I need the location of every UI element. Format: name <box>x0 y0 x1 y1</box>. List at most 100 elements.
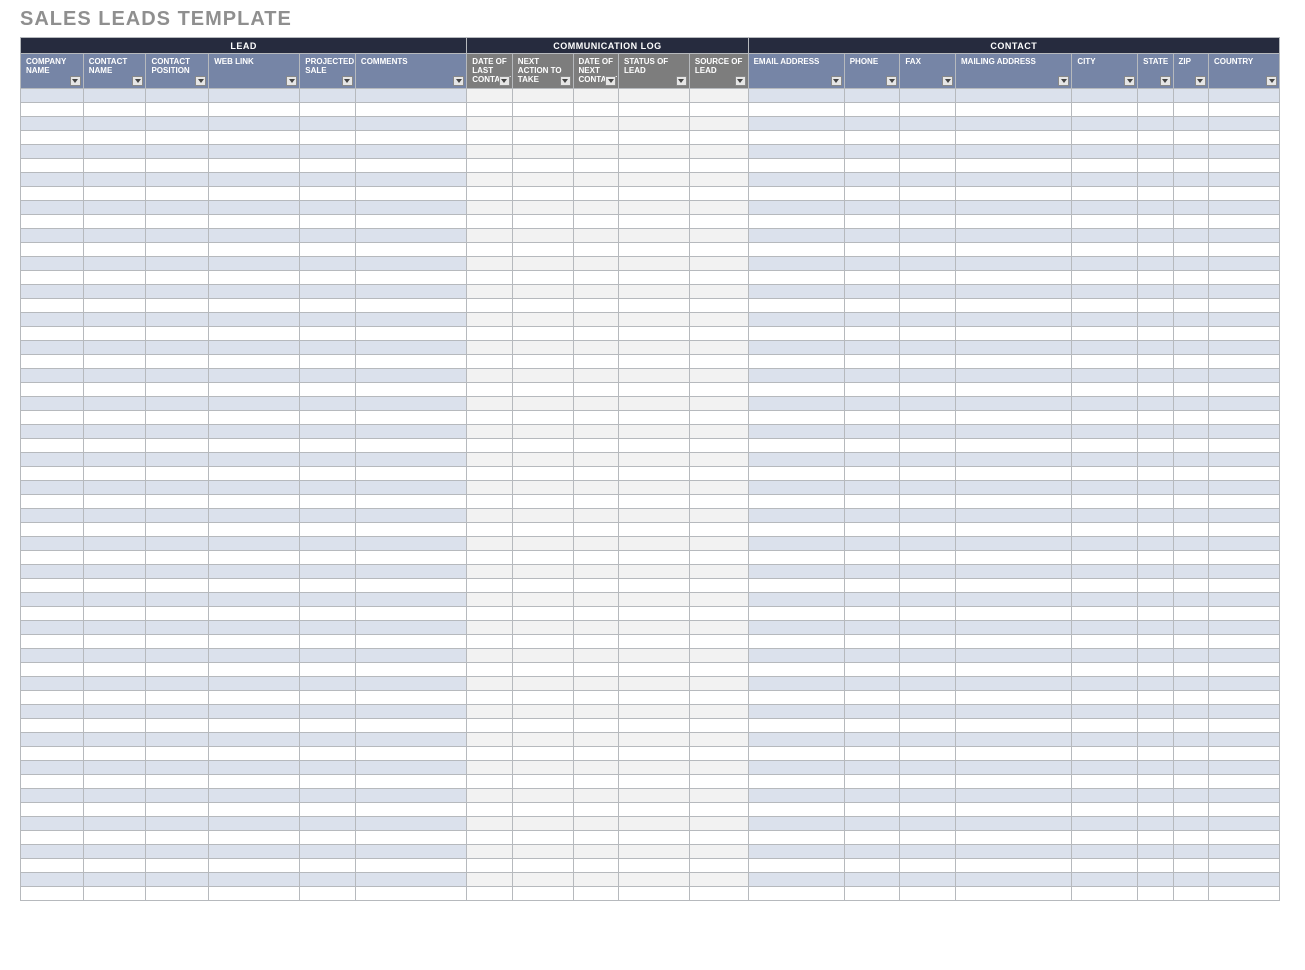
cell-company_name[interactable] <box>21 186 84 200</box>
cell-mailing_address[interactable] <box>956 844 1072 858</box>
cell-zip[interactable] <box>1173 130 1208 144</box>
cell-city[interactable] <box>1072 844 1138 858</box>
cell-country[interactable] <box>1208 662 1279 676</box>
cell-contact_name[interactable] <box>83 788 146 802</box>
cell-status_of_lead[interactable] <box>619 326 690 340</box>
cell-zip[interactable] <box>1173 844 1208 858</box>
cell-state[interactable] <box>1138 508 1173 522</box>
cell-source_of_lead[interactable] <box>689 760 748 774</box>
cell-status_of_lead[interactable] <box>619 256 690 270</box>
cell-company_name[interactable] <box>21 760 84 774</box>
cell-comments[interactable] <box>355 228 466 242</box>
cell-source_of_lead[interactable] <box>689 774 748 788</box>
cell-state[interactable] <box>1138 732 1173 746</box>
cell-web_link[interactable] <box>209 662 300 676</box>
cell-phone[interactable] <box>844 564 900 578</box>
cell-phone[interactable] <box>844 116 900 130</box>
cell-comments[interactable] <box>355 690 466 704</box>
cell-comments[interactable] <box>355 662 466 676</box>
cell-company_name[interactable] <box>21 676 84 690</box>
cell-next_action[interactable] <box>512 452 573 466</box>
cell-comments[interactable] <box>355 620 466 634</box>
cell-email_address[interactable] <box>748 718 844 732</box>
cell-country[interactable] <box>1208 634 1279 648</box>
cell-state[interactable] <box>1138 578 1173 592</box>
cell-fax[interactable] <box>900 312 956 326</box>
cell-comments[interactable] <box>355 88 466 102</box>
cell-contact_position[interactable] <box>146 522 209 536</box>
cell-phone[interactable] <box>844 340 900 354</box>
cell-phone[interactable] <box>844 214 900 228</box>
cell-country[interactable] <box>1208 396 1279 410</box>
cell-fax[interactable] <box>900 228 956 242</box>
cell-zip[interactable] <box>1173 354 1208 368</box>
cell-mailing_address[interactable] <box>956 550 1072 564</box>
cell-date_next_contact[interactable] <box>573 130 619 144</box>
cell-company_name[interactable] <box>21 620 84 634</box>
cell-zip[interactable] <box>1173 284 1208 298</box>
cell-date_last_contact[interactable] <box>467 480 513 494</box>
column-header-web_link[interactable]: WEB LINK <box>209 54 300 89</box>
cell-comments[interactable] <box>355 340 466 354</box>
cell-next_action[interactable] <box>512 438 573 452</box>
cell-projected_sale[interactable] <box>300 816 356 830</box>
cell-city[interactable] <box>1072 606 1138 620</box>
cell-web_link[interactable] <box>209 214 300 228</box>
cell-zip[interactable] <box>1173 578 1208 592</box>
cell-company_name[interactable] <box>21 830 84 844</box>
cell-fax[interactable] <box>900 718 956 732</box>
cell-contact_position[interactable] <box>146 858 209 872</box>
cell-phone[interactable] <box>844 732 900 746</box>
cell-email_address[interactable] <box>748 816 844 830</box>
cell-web_link[interactable] <box>209 508 300 522</box>
column-header-comments[interactable]: COMMENTS <box>355 54 466 89</box>
cell-fax[interactable] <box>900 816 956 830</box>
cell-date_last_contact[interactable] <box>467 788 513 802</box>
cell-state[interactable] <box>1138 438 1173 452</box>
cell-contact_position[interactable] <box>146 270 209 284</box>
cell-status_of_lead[interactable] <box>619 746 690 760</box>
cell-web_link[interactable] <box>209 410 300 424</box>
cell-projected_sale[interactable] <box>300 256 356 270</box>
cell-email_address[interactable] <box>748 844 844 858</box>
cell-date_next_contact[interactable] <box>573 606 619 620</box>
cell-mailing_address[interactable] <box>956 452 1072 466</box>
cell-contact_position[interactable] <box>146 284 209 298</box>
cell-comments[interactable] <box>355 172 466 186</box>
cell-contact_name[interactable] <box>83 830 146 844</box>
column-header-contact_name[interactable]: CONTACT NAME <box>83 54 146 89</box>
cell-zip[interactable] <box>1173 774 1208 788</box>
cell-zip[interactable] <box>1173 858 1208 872</box>
cell-next_action[interactable] <box>512 88 573 102</box>
cell-phone[interactable] <box>844 774 900 788</box>
cell-email_address[interactable] <box>748 690 844 704</box>
cell-zip[interactable] <box>1173 872 1208 886</box>
cell-contact_name[interactable] <box>83 242 146 256</box>
cell-fax[interactable] <box>900 382 956 396</box>
cell-date_last_contact[interactable] <box>467 452 513 466</box>
cell-source_of_lead[interactable] <box>689 284 748 298</box>
cell-email_address[interactable] <box>748 760 844 774</box>
cell-projected_sale[interactable] <box>300 592 356 606</box>
cell-country[interactable] <box>1208 816 1279 830</box>
cell-mailing_address[interactable] <box>956 382 1072 396</box>
filter-dropdown-icon[interactable] <box>132 76 143 86</box>
cell-email_address[interactable] <box>748 676 844 690</box>
cell-fax[interactable] <box>900 802 956 816</box>
cell-fax[interactable] <box>900 620 956 634</box>
cell-phone[interactable] <box>844 424 900 438</box>
cell-city[interactable] <box>1072 774 1138 788</box>
cell-next_action[interactable] <box>512 270 573 284</box>
cell-mailing_address[interactable] <box>956 130 1072 144</box>
cell-country[interactable] <box>1208 508 1279 522</box>
cell-web_link[interactable] <box>209 466 300 480</box>
cell-comments[interactable] <box>355 648 466 662</box>
cell-status_of_lead[interactable] <box>619 466 690 480</box>
cell-company_name[interactable] <box>21 816 84 830</box>
cell-state[interactable] <box>1138 872 1173 886</box>
cell-company_name[interactable] <box>21 410 84 424</box>
cell-email_address[interactable] <box>748 410 844 424</box>
cell-status_of_lead[interactable] <box>619 242 690 256</box>
cell-phone[interactable] <box>844 270 900 284</box>
cell-web_link[interactable] <box>209 522 300 536</box>
